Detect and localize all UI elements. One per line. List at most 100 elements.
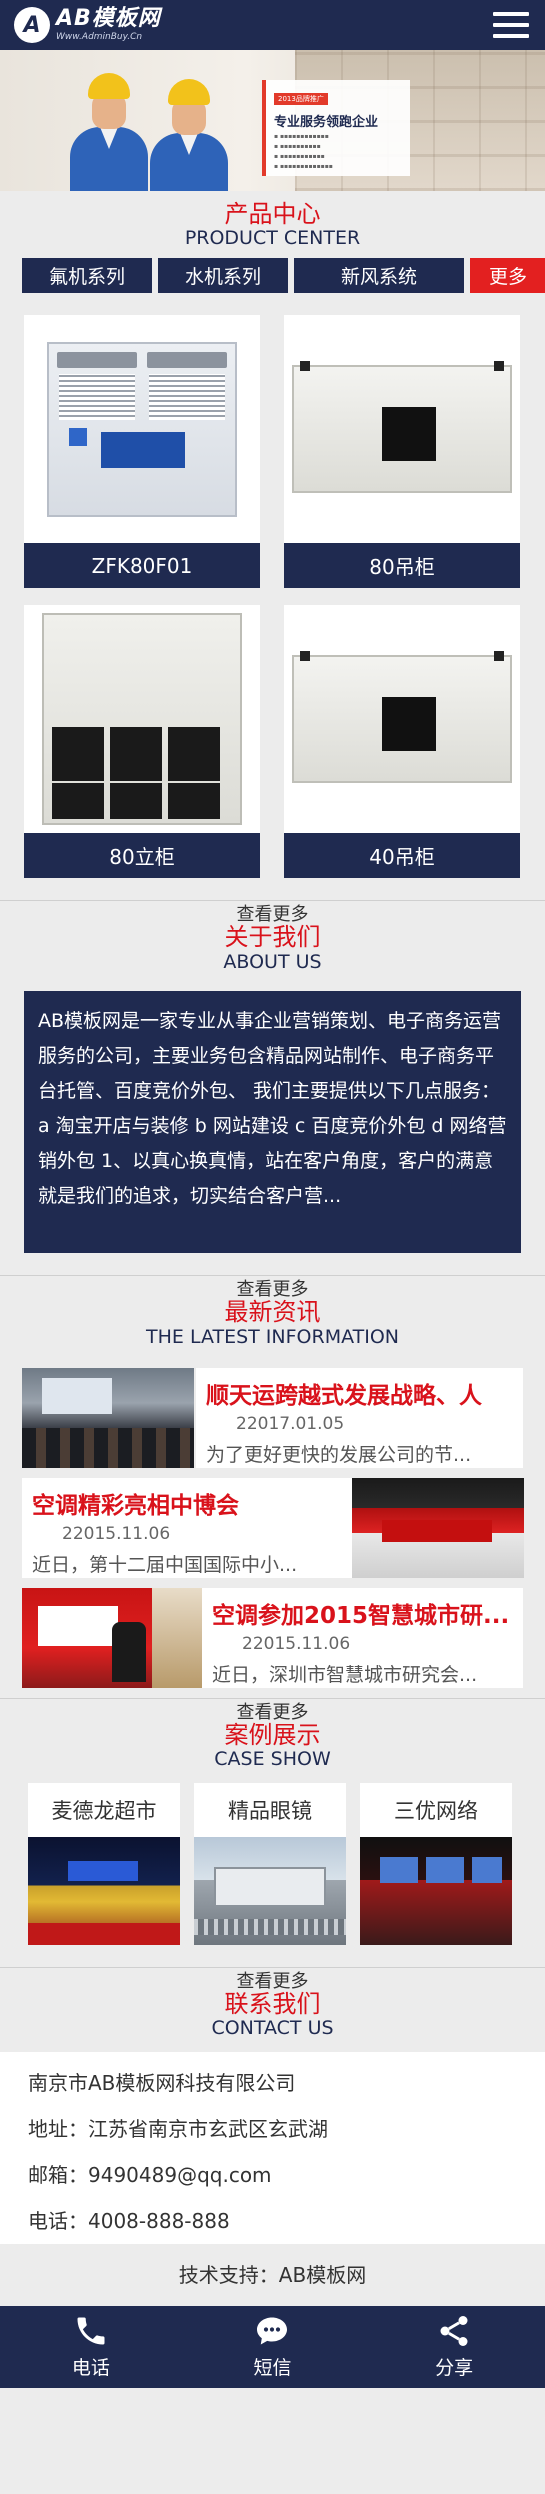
banner-worker-figure: [70, 73, 148, 191]
bottom-call-label: 电话: [71, 2357, 110, 2380]
contact-company: 南京市AB模板网科技有限公司: [28, 2070, 296, 2095]
product-image: [24, 605, 260, 834]
menu-icon[interactable]: [491, 8, 531, 42]
news-item[interactable]: 顺天运跨越式发展战略、人 22017.01.05 为了更好更快的发展公司的节..…: [0, 1367, 545, 1468]
case-item[interactable]: 麦德龙超市: [28, 1782, 180, 1945]
news-date: 22017.01.05: [236, 1413, 345, 1434]
product-image: [284, 605, 520, 834]
news-thumbnail: [22, 1587, 152, 1688]
hero-banner[interactable]: 2013品牌推广 专业服务领跑企业 ▪ ▪▪▪▪▪▪▪▪▪▪▪▪ ▪ ▪▪▪▪▪…: [0, 50, 545, 191]
menu-line: [493, 23, 529, 27]
contact-address: 地址：江苏省南京市玄武区玄武湖: [28, 2116, 328, 2141]
case-item[interactable]: 精品眼镜: [194, 1782, 346, 1945]
product-name: 40吊柜: [284, 833, 520, 879]
bottom-sms-label: 短信: [253, 2357, 292, 2380]
products-section-header: 产品中心 PRODUCT CENTER: [0, 191, 545, 250]
case-name: 三优网络: [360, 1782, 512, 1837]
bottom-sms-button[interactable]: 短信: [202, 2313, 342, 2380]
cases-subtitle: CASE SHOW: [214, 1747, 331, 1770]
product-grid: ZFK80F01 80吊柜 80立柜 40吊柜: [0, 293, 545, 879]
banner-line: ▪ ▪▪▪▪▪▪▪▪▪▪▪▪: [274, 133, 329, 140]
chat-bubble-icon: [257, 2317, 288, 2345]
tab-fresh-air-system[interactable]: 新风系统: [294, 258, 464, 294]
products-title: 产品中心: [224, 200, 321, 228]
news-summary: 近日，第十二届中国国际中小...: [32, 1553, 298, 1576]
bottom-nav: 电话 短信 分享: [0, 2305, 545, 2388]
contact-info: 南京市AB模板网科技有限公司 地址：江苏省南京市玄武区玄武湖 邮箱：949048…: [0, 2051, 545, 2244]
product-card[interactable]: 40吊柜: [284, 605, 520, 879]
banner-line: ▪ ▪▪▪▪▪▪▪▪▪▪▪: [274, 153, 325, 160]
product-name: ZFK80F01: [24, 543, 260, 589]
news-summary: 为了更好更快的发展公司的节...: [206, 1443, 472, 1466]
news-item[interactable]: 空调参加2015智慧城市研... 22015.11.06 近日，深圳市智慧城市研…: [0, 1587, 545, 1688]
about-text: AB模板网是一家专业从事企业营销策划、电子商务运营服务的公司，主要业务包含精品网…: [24, 991, 521, 1254]
about-more-link[interactable]: 查看更多: [0, 1275, 545, 1300]
news-more-link[interactable]: 查看更多: [0, 1697, 545, 1723]
news-date: 22015.11.06: [242, 1633, 351, 1654]
tab-fluorine-series[interactable]: 氟机系列: [22, 258, 152, 294]
news-title-text: 空调参加2015智慧城市研...: [212, 1602, 510, 1629]
banner-worker-figure: [150, 79, 228, 191]
cases-section-header: 案例展示 CASE SHOW: [0, 1720, 545, 1771]
share-icon: [440, 2316, 468, 2347]
news-title: 最新资讯: [224, 1298, 321, 1327]
contact-title: 联系我们: [224, 1989, 321, 2018]
case-image: [360, 1836, 512, 1945]
tech-support: 技术支持：AB模板网: [178, 2262, 367, 2287]
logo-mark: A: [14, 7, 50, 43]
news-subtitle: THE LATEST INFORMATION: [146, 1325, 399, 1348]
case-name: 精品眼镜: [194, 1782, 346, 1837]
contact-section-header: 联系我们 CONTACT US: [0, 1989, 545, 2040]
news-item[interactable]: 空调精彩亮相中博会 22015.11.06 近日，第十二届中国国际中小...: [0, 1477, 545, 1578]
phone-icon: [77, 2317, 105, 2345]
logo-title: AB模板网: [56, 6, 161, 31]
product-name: 80立柜: [24, 833, 260, 879]
tab-water-series[interactable]: 水机系列: [158, 258, 288, 294]
site-logo[interactable]: A AB模板网 Www.AdminBuy.Cn: [14, 7, 161, 43]
news-thumbnail-extra: [152, 1587, 202, 1688]
logo-text: AB模板网 Www.AdminBuy.Cn: [56, 8, 161, 42]
banner-line: ▪ ▪▪▪▪▪▪▪▪▪▪: [274, 143, 321, 150]
banner-tag: 2013品牌推广: [274, 93, 328, 105]
about-title: 关于我们: [224, 923, 321, 952]
product-card[interactable]: ZFK80F01: [24, 315, 260, 589]
banner-headline: 专业服务领跑企业: [274, 115, 379, 130]
case-item[interactable]: 三优网络: [360, 1782, 512, 1945]
contact-subtitle: CONTACT US: [211, 2017, 334, 2040]
tab-more-button[interactable]: 更多: [470, 258, 545, 294]
case-list: 麦德龙超市 精品眼镜 三优网络: [0, 1771, 545, 1945]
cases-title: 案例展示: [224, 1720, 321, 1749]
case-image: [28, 1836, 180, 1945]
product-name: 80吊柜: [284, 543, 520, 589]
case-image: [194, 1836, 346, 1945]
products-subtitle: PRODUCT CENTER: [184, 227, 361, 250]
news-thumbnail: [352, 1477, 524, 1578]
case-name: 麦德龙超市: [28, 1782, 180, 1837]
site-header: A AB模板网 Www.AdminBuy.Cn: [0, 0, 545, 50]
about-subtitle: ABOUT US: [223, 950, 322, 973]
news-thumbnail: [22, 1367, 194, 1468]
news-title-text: 空调精彩亮相中博会: [32, 1492, 239, 1519]
products-more-link[interactable]: 查看更多: [0, 900, 545, 925]
bottom-call-button[interactable]: 电话: [21, 2313, 161, 2380]
news-section-header: 最新资讯 THE LATEST INFORMATION: [0, 1297, 545, 1348]
banner-line: ▪ ▪▪▪▪▪▪▪▪▪▪▪▪▪: [274, 163, 333, 170]
bottom-share-button[interactable]: 分享: [384, 2313, 524, 2380]
banner-card: 2013品牌推广 专业服务领跑企业 ▪ ▪▪▪▪▪▪▪▪▪▪▪▪ ▪ ▪▪▪▪▪…: [262, 80, 410, 176]
bottom-share-label: 分享: [435, 2357, 474, 2380]
logo-subtitle: Www.AdminBuy.Cn: [56, 32, 143, 42]
product-card[interactable]: 80吊柜: [284, 315, 520, 589]
menu-line: [493, 34, 529, 38]
news-date: 22015.11.06: [62, 1523, 171, 1544]
news-summary: 近日，深圳市智慧城市研究会...: [212, 1663, 478, 1686]
contact-email[interactable]: 邮箱：9490489@qq.com: [28, 2152, 517, 2198]
product-image: [284, 315, 520, 544]
product-card[interactable]: 80立柜: [24, 605, 260, 879]
news-textbox: 空调参加2015智慧城市研... 22015.11.06 近日，深圳市智慧城市研…: [202, 1587, 523, 1688]
menu-line: [493, 12, 529, 16]
news-textbox: 空调精彩亮相中博会 22015.11.06 近日，第十二届中国国际中小...: [22, 1477, 352, 1578]
contact-phone[interactable]: 电话：4008-888-888: [28, 2198, 517, 2244]
cases-more-link[interactable]: 查看更多: [0, 1966, 545, 1992]
about-section-header: 关于我们 ABOUT US: [0, 922, 545, 973]
news-title-text: 顺天运跨越式发展战略、人: [206, 1382, 482, 1409]
